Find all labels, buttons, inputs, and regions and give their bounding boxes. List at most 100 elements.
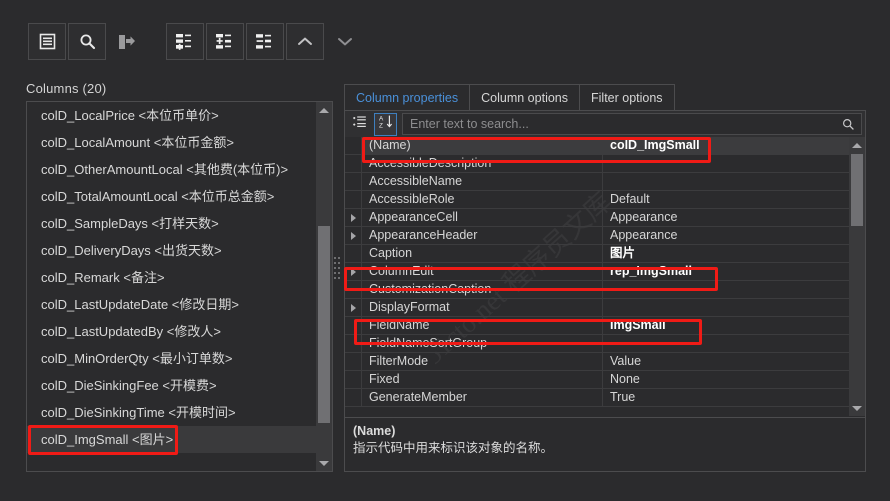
row-gutter bbox=[345, 155, 362, 172]
app-root: Columns (20) colD_LocalPrice <本位币单价> colD… bbox=[0, 0, 890, 501]
property-row[interactable]: CustomizationCaption bbox=[345, 281, 849, 299]
column-list-item[interactable]: colD_LocalPrice <本位币单价> bbox=[27, 102, 317, 129]
column-list-item[interactable]: colD_LastUpdateDate <修改日期> bbox=[27, 291, 317, 318]
property-row[interactable]: AppearanceCell Appearance bbox=[345, 209, 849, 227]
column-list-item[interactable]: colD_DieSinkingFee <开模费> bbox=[27, 372, 317, 399]
search-icon bbox=[79, 33, 96, 50]
property-value[interactable]: Appearance bbox=[603, 209, 849, 226]
alphabetical-sort-icon: A Z bbox=[378, 114, 393, 134]
row-gutter bbox=[345, 335, 362, 352]
property-grid-scrollbar[interactable] bbox=[849, 137, 865, 416]
expand-arrow-icon[interactable] bbox=[345, 263, 362, 280]
search-button[interactable] bbox=[68, 23, 106, 60]
property-row[interactable]: Caption 图片 bbox=[345, 245, 849, 263]
list-view-icon bbox=[39, 33, 56, 50]
move-up-icon bbox=[297, 36, 313, 47]
property-value[interactable]: Default bbox=[603, 191, 849, 208]
property-name: FieldName bbox=[362, 317, 603, 334]
property-name: GenerateMember bbox=[362, 389, 603, 406]
grid-scroll-thumb[interactable] bbox=[851, 154, 863, 226]
property-name: AccessibleRole bbox=[362, 191, 603, 208]
exit-button[interactable] bbox=[108, 23, 146, 60]
property-value[interactable]: 图片 bbox=[603, 245, 849, 262]
property-row[interactable]: DisplayFormat bbox=[345, 299, 849, 317]
move-up-button[interactable] bbox=[286, 23, 324, 60]
property-name: FilterMode bbox=[362, 353, 603, 370]
property-row[interactable]: FilterMode Value bbox=[345, 353, 849, 371]
column-list-item[interactable]: colD_SampleDays <打样天数> bbox=[27, 210, 317, 237]
property-value[interactable]: colD_ImgSmall bbox=[603, 137, 849, 154]
property-name: AccessibleName bbox=[362, 173, 603, 190]
property-name: AppearanceCell bbox=[362, 209, 603, 226]
property-name: (Name) bbox=[362, 137, 603, 154]
row-gutter bbox=[345, 281, 362, 298]
property-name: ColumnEdit bbox=[362, 263, 603, 280]
alphabetical-sort-button[interactable]: A Z bbox=[374, 112, 397, 136]
properties-tabstrip[interactable]: Column properties Column options Filter op… bbox=[344, 84, 675, 111]
expand-arrow-icon[interactable] bbox=[345, 209, 362, 226]
expand-arrow-icon[interactable] bbox=[345, 299, 362, 316]
column-list-item[interactable]: colD_LocalAmount <本位币金额> bbox=[27, 129, 317, 156]
columns-list[interactable]: colD_LocalPrice <本位币单价> colD_LocalAmount … bbox=[27, 102, 317, 471]
expand-arrow-icon[interactable] bbox=[345, 227, 362, 244]
grid-scroll-down-arrow-icon[interactable] bbox=[849, 400, 865, 416]
add-item-bottom-button[interactable] bbox=[166, 23, 204, 60]
property-value[interactable]: True bbox=[603, 389, 849, 406]
property-row[interactable]: Fixed None bbox=[345, 371, 849, 389]
property-search-box[interactable]: Enter text to search... bbox=[402, 113, 862, 135]
property-row[interactable]: FieldName ImgSmall bbox=[345, 317, 849, 335]
property-description-title: (Name) bbox=[353, 424, 396, 438]
property-row[interactable]: ColumnEdit rep_ImgSmall bbox=[345, 263, 849, 281]
remove-item-button[interactable] bbox=[246, 23, 284, 60]
property-value[interactable]: rep_ImgSmall bbox=[603, 263, 849, 280]
property-search-input[interactable]: Enter text to search... bbox=[403, 117, 842, 131]
property-value[interactable]: Appearance bbox=[603, 227, 849, 244]
remove-item-icon bbox=[255, 33, 275, 50]
column-list-item[interactable]: colD_Remark <备注> bbox=[27, 264, 317, 291]
row-gutter bbox=[345, 353, 362, 370]
categorized-sort-button[interactable] bbox=[348, 113, 371, 136]
property-row[interactable]: FieldNameSortGroup bbox=[345, 335, 849, 353]
property-row[interactable]: AccessibleDescription bbox=[345, 155, 849, 173]
svg-text:Z: Z bbox=[379, 123, 383, 129]
property-row[interactable]: AppearanceHeader Appearance bbox=[345, 227, 849, 245]
row-gutter bbox=[345, 389, 362, 406]
property-value[interactable] bbox=[603, 173, 849, 190]
toolbar bbox=[0, 0, 890, 62]
add-item-middle-button[interactable] bbox=[206, 23, 244, 60]
property-value[interactable] bbox=[603, 335, 849, 352]
tab-column-options[interactable]: Column options bbox=[469, 84, 580, 111]
property-value[interactable]: Value bbox=[603, 353, 849, 370]
column-list-item[interactable]: colD_OtherAmountLocal <其他费(本位币)> bbox=[27, 156, 317, 183]
property-row[interactable]: GenerateMember True bbox=[345, 389, 849, 407]
scroll-up-arrow-icon[interactable] bbox=[316, 102, 332, 118]
column-list-item[interactable]: colD_MinOrderQty <最小订单数> bbox=[27, 345, 317, 372]
panel-splitter[interactable] bbox=[334, 255, 342, 281]
property-value[interactable] bbox=[603, 299, 849, 316]
column-list-item[interactable]: colD_ImgSmall <图片> bbox=[27, 426, 317, 453]
property-value[interactable] bbox=[603, 281, 849, 298]
row-gutter bbox=[345, 245, 362, 262]
property-row[interactable]: (Name) colD_ImgSmall bbox=[345, 137, 849, 155]
property-value[interactable]: None bbox=[603, 371, 849, 388]
property-description: (Name) 指示代码中用来标识该对象的名称。 bbox=[345, 417, 865, 471]
column-list-item[interactable]: colD_TotalAmountLocal <本位币总金额> bbox=[27, 183, 317, 210]
columns-list-scrollbar[interactable] bbox=[316, 102, 332, 471]
columns-list-scroll-thumb[interactable] bbox=[318, 226, 330, 423]
scroll-down-arrow-icon[interactable] bbox=[316, 455, 332, 471]
list-view-button[interactable] bbox=[28, 23, 66, 60]
column-list-item[interactable]: colD_LastUpdatedBy <修改人> bbox=[27, 318, 317, 345]
property-value[interactable] bbox=[603, 155, 849, 172]
column-list-item[interactable]: colD_DieSinkingTime <开模时间> bbox=[27, 399, 317, 426]
move-down-button[interactable] bbox=[326, 23, 364, 60]
search-icon bbox=[842, 118, 855, 131]
property-value[interactable]: ImgSmall bbox=[603, 317, 849, 334]
property-row[interactable]: AccessibleRole Default bbox=[345, 191, 849, 209]
tab-column-properties[interactable]: Column properties bbox=[344, 84, 471, 111]
column-list-item[interactable]: colD_DeliveryDays <出货天数> bbox=[27, 237, 317, 264]
property-row[interactable]: AccessibleName bbox=[345, 173, 849, 191]
tab-filter-options[interactable]: Filter options bbox=[579, 84, 675, 111]
property-grid[interactable]: 51cto.net 程序员文库 (Name) colD_ImgSmall Acces… bbox=[345, 137, 865, 416]
grid-scroll-up-arrow-icon[interactable] bbox=[849, 137, 865, 153]
property-search-row: A Z Enter text to search... bbox=[345, 111, 865, 137]
